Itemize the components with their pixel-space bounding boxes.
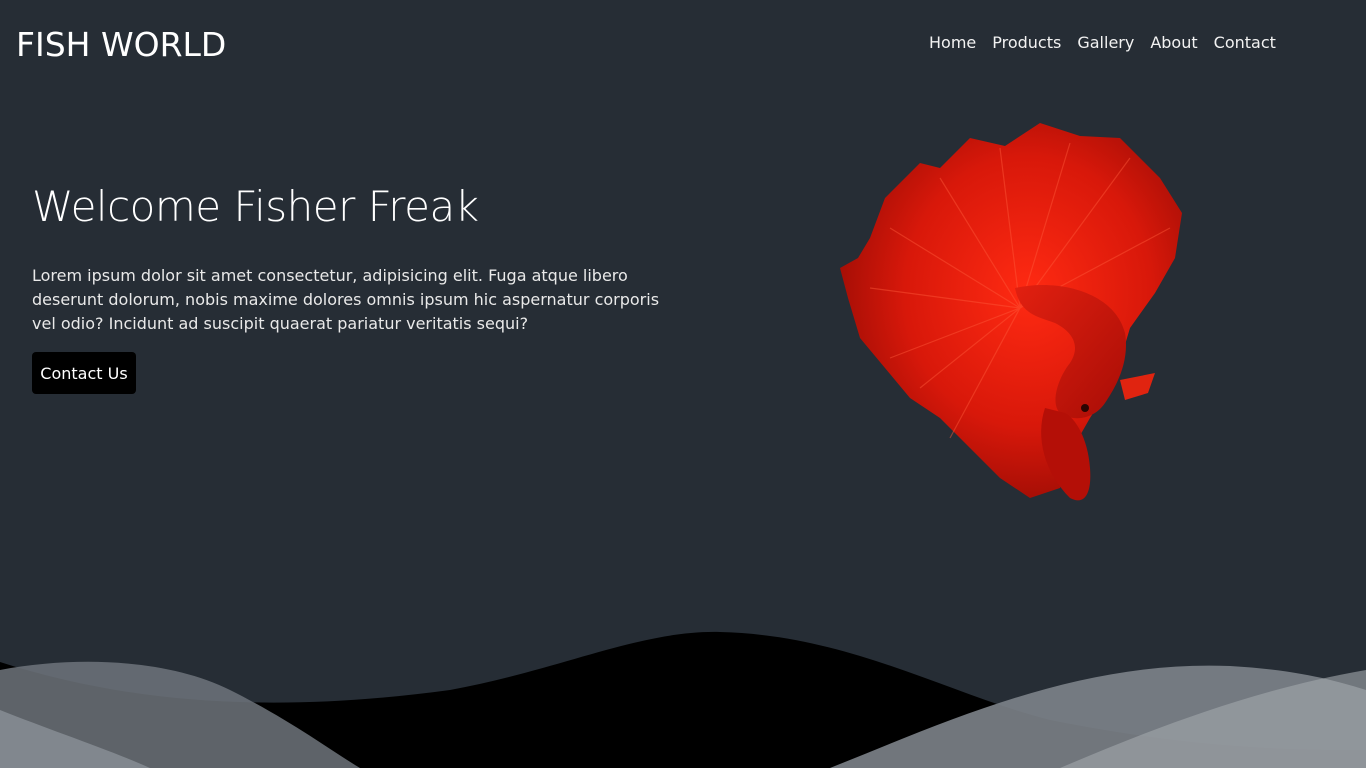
contact-us-button[interactable]: Contact Us — [32, 352, 136, 394]
nav-products[interactable]: Products — [992, 33, 1061, 52]
nav-home[interactable]: Home — [929, 33, 976, 52]
main-nav: Home Products Gallery About Contact — [929, 33, 1276, 52]
waves-decoration — [0, 631, 1366, 768]
hero-title: Welcome Fisher Freak — [32, 182, 479, 231]
landing-page: FISH WORLD Home Products Gallery About C… — [0, 0, 1366, 768]
red-betta-fish-image — [840, 123, 1182, 501]
nav-contact[interactable]: Contact — [1214, 33, 1276, 52]
hero-text: Lorem ipsum dolor sit amet consectetur, … — [32, 266, 660, 333]
site-logo[interactable]: FISH WORLD — [16, 25, 226, 64]
nav-about[interactable]: About — [1150, 33, 1197, 52]
nav-gallery[interactable]: Gallery — [1077, 33, 1134, 52]
